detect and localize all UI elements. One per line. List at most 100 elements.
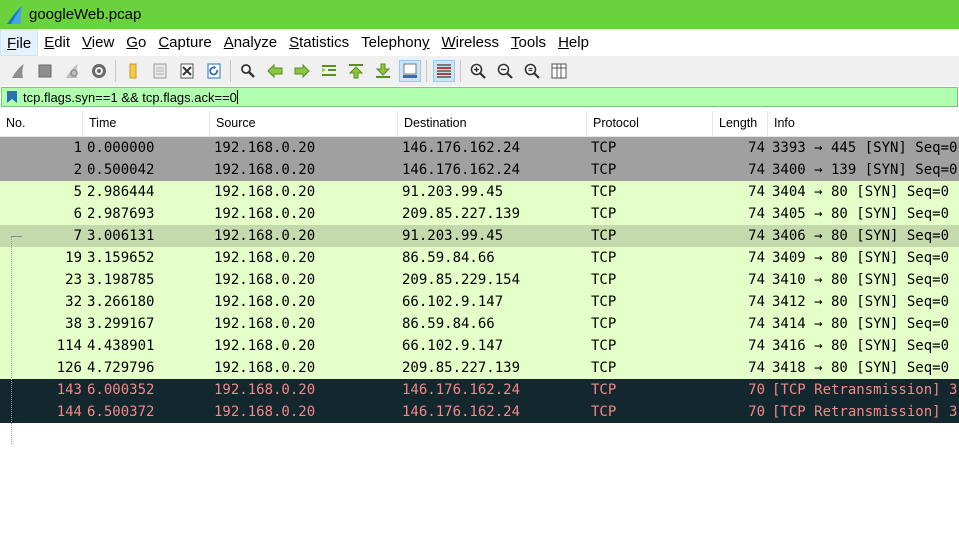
packet-time: 3.006131 xyxy=(87,228,155,244)
column-header-time[interactable]: Time xyxy=(83,111,210,136)
stop-capture-button[interactable] xyxy=(34,60,56,82)
display-filter-bar: tcp.flags.syn==1 && tcp.flags.ack==0 xyxy=(0,86,959,110)
packet-number: 2 xyxy=(73,162,82,178)
go-forward-button[interactable] xyxy=(291,60,313,82)
column-header-info[interactable]: Info xyxy=(768,111,959,136)
menu-item[interactable]: Statistics xyxy=(283,29,355,56)
menu-item[interactable]: View xyxy=(76,29,120,56)
reload-file-button[interactable] xyxy=(203,60,225,82)
column-header-protocol[interactable]: Protocol xyxy=(587,111,713,136)
menu-item[interactable]: Tools xyxy=(505,29,552,56)
title-bar: googleWeb.pcap xyxy=(0,0,959,29)
packet-source: 192.168.0.20 xyxy=(214,206,316,222)
packet-info: 3414 → 80 [SYN] Seq=0 xyxy=(772,316,950,332)
column-header-destination[interactable]: Destination xyxy=(398,111,587,136)
packet-length: 74 xyxy=(748,272,765,288)
menu-item-label: A xyxy=(223,34,234,51)
packet-info: 3418 → 80 [SYN] Seq=0 xyxy=(772,360,950,376)
save-file-icon xyxy=(153,63,166,79)
packet-destination: 91.203.99.45 xyxy=(402,184,504,200)
packet-destination: 209.85.227.139 xyxy=(402,360,521,376)
packet-row[interactable]: 126 4.729796 192.168.0.20 209.85.227.139 TCP… xyxy=(0,357,959,379)
menu-item-label: ireless xyxy=(455,34,500,51)
open-file-button[interactable] xyxy=(122,60,144,82)
menu-item-label: V xyxy=(82,34,92,51)
colorize-button[interactable] xyxy=(432,60,455,82)
menu-item-label: elp xyxy=(568,34,589,51)
save-file-button[interactable] xyxy=(149,60,171,82)
packet-row[interactable]: 23 3.198785 192.168.0.20 209.85.229.154 TCP 7… xyxy=(0,269,959,291)
packet-source: 192.168.0.20 xyxy=(214,338,316,354)
menu-item-label: o xyxy=(137,34,147,51)
packet-destination: 146.176.162.24 xyxy=(402,162,521,178)
stop-capture-icon xyxy=(38,64,51,78)
packet-protocol: TCP xyxy=(591,316,617,332)
packet-row[interactable]: 114 4.438901 192.168.0.20 66.102.9.147 TCP 74… xyxy=(0,335,959,357)
resize-columns-button[interactable] xyxy=(548,60,570,82)
packet-source: 192.168.0.20 xyxy=(214,404,316,420)
menu-item[interactable]: Go xyxy=(120,29,152,56)
packet-row[interactable]: 144 6.500372 192.168.0.20 146.176.162.24 TCP… xyxy=(0,401,959,423)
autoscroll-button[interactable] xyxy=(398,60,421,82)
column-header-no[interactable]: No. xyxy=(0,111,83,136)
resize-columns-icon xyxy=(551,63,566,79)
filter-bookmark-icon[interactable] xyxy=(5,89,19,105)
menu-item[interactable]: Help xyxy=(552,29,595,56)
column-header-source[interactable]: Source xyxy=(210,111,398,136)
packet-length: 74 xyxy=(748,250,765,266)
packet-row[interactable]: 1 0.000000 192.168.0.20 146.176.162.24 TCP 74… xyxy=(0,137,959,159)
packet-row[interactable]: 19 3.159652 192.168.0.20 86.59.84.66 TCP 74 34… xyxy=(0,247,959,269)
menu-item-label: T xyxy=(511,34,519,51)
packet-row[interactable]: 38 3.299167 192.168.0.20 86.59.84.66 TCP 74 34… xyxy=(0,313,959,335)
packet-destination: 66.102.9.147 xyxy=(402,338,504,354)
menu-item[interactable]: Wireless xyxy=(436,29,506,56)
go-to-packet-button[interactable] xyxy=(318,60,340,82)
menu-item-label: apture xyxy=(169,34,212,51)
menu-item[interactable]: Capture xyxy=(152,29,217,56)
packet-row[interactable]: 7 3.006131 192.168.0.20 91.203.99.45 TCP 74 34… xyxy=(0,225,959,247)
packet-number: 5 xyxy=(73,184,82,200)
go-last-button[interactable] xyxy=(372,60,394,82)
packet-row[interactable]: 2 0.500042 192.168.0.20 146.176.162.24 TCP 74… xyxy=(0,159,959,181)
packet-protocol: TCP xyxy=(591,250,617,266)
restart-capture-button[interactable] xyxy=(61,60,83,82)
packet-list-header: No. Time Source Destination Protocol Len… xyxy=(0,111,959,137)
filter-text: tcp.flags.syn==1 && tcp.flags.ack==0 xyxy=(23,89,237,105)
menu-item-label: E xyxy=(44,34,55,51)
go-to-packet-icon xyxy=(321,65,336,76)
menu-item[interactable]: Analyze xyxy=(218,29,283,56)
menu-item[interactable]: Telephony xyxy=(355,29,435,56)
packet-row[interactable]: 143 6.000352 192.168.0.20 146.176.162.24 TCP… xyxy=(0,379,959,401)
display-filter-input[interactable]: tcp.flags.syn==1 && tcp.flags.ack==0 xyxy=(1,87,958,107)
packet-list[interactable]: No. Time Source Destination Protocol Len… xyxy=(0,111,959,537)
packet-time: 4.438901 xyxy=(87,338,155,354)
zoom-normal-button[interactable] xyxy=(521,60,543,82)
zoom-out-button[interactable] xyxy=(494,60,516,82)
packet-info: 3409 → 80 [SYN] Seq=0 xyxy=(772,250,950,266)
go-back-icon xyxy=(266,63,282,79)
packet-source: 192.168.0.20 xyxy=(214,162,316,178)
find-packet-button[interactable] xyxy=(237,60,259,82)
column-header-length[interactable]: Length xyxy=(713,111,768,136)
packet-time: 2.986444 xyxy=(87,184,155,200)
go-first-button[interactable] xyxy=(345,60,367,82)
start-capture-button[interactable] xyxy=(7,60,29,82)
go-back-button[interactable] xyxy=(264,60,286,82)
menu-item-label: F xyxy=(7,35,17,52)
packet-time: 0.000000 xyxy=(87,140,155,156)
packet-row[interactable]: 6 2.987693 192.168.0.20 209.85.227.139 TCP 74… xyxy=(0,203,959,225)
packet-row[interactable]: 32 3.266180 192.168.0.20 66.102.9.147 TCP 74 3… xyxy=(0,291,959,313)
related-packet-line xyxy=(11,236,13,444)
menu-item-label: Telephon xyxy=(361,34,422,51)
window-title: googleWeb.pcap xyxy=(29,6,142,23)
open-file-icon xyxy=(129,63,136,79)
menu-item-label: S xyxy=(289,34,300,51)
packet-destination: 146.176.162.24 xyxy=(402,404,521,420)
close-file-button[interactable] xyxy=(176,60,198,82)
zoom-in-button[interactable] xyxy=(467,60,489,82)
menu-item[interactable]: File xyxy=(0,29,39,56)
packet-protocol: TCP xyxy=(591,228,617,244)
capture-options-button[interactable] xyxy=(88,60,110,82)
packet-row[interactable]: 5 2.986444 192.168.0.20 91.203.99.45 TCP 74 34… xyxy=(0,181,959,203)
menu-item[interactable]: Edit xyxy=(38,29,76,56)
